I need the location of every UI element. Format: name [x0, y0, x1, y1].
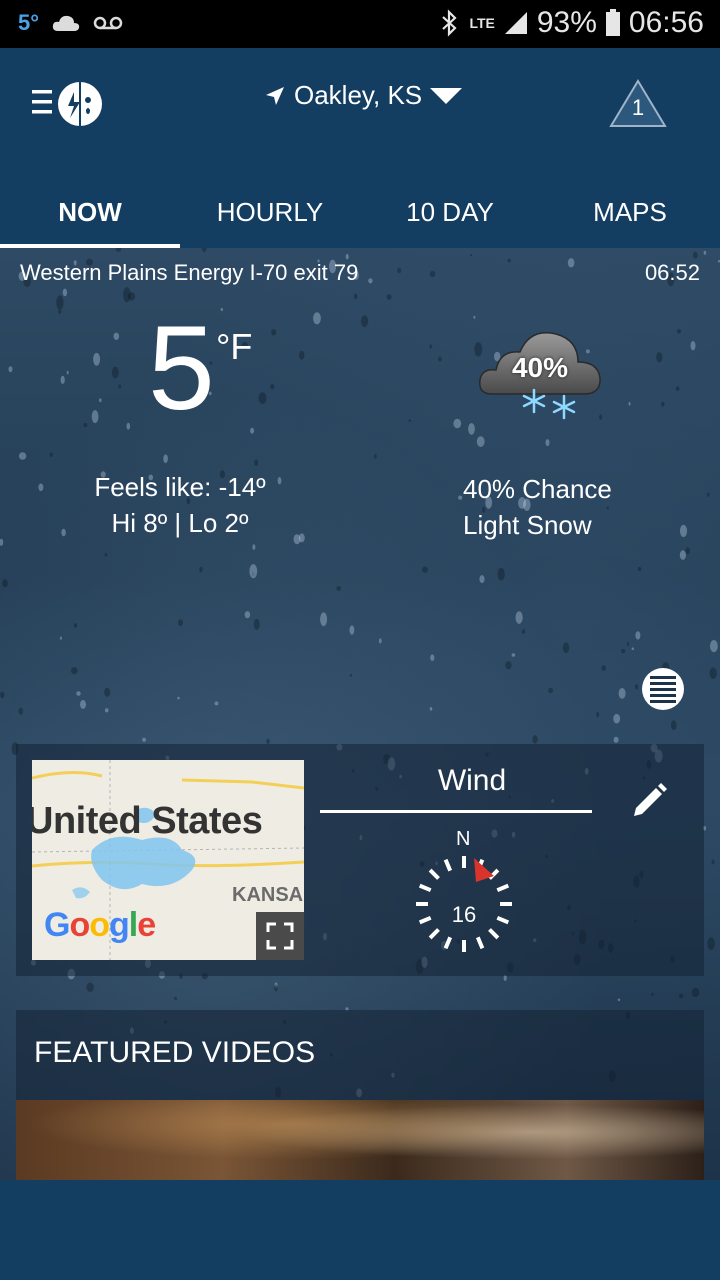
location-name: Oakley, KS	[294, 80, 423, 110]
wind-divider	[320, 810, 592, 813]
current-temperature: 5	[148, 301, 215, 435]
tab-now[interactable]: NOW	[0, 176, 180, 248]
battery-percent: 93%	[536, 6, 597, 39]
status-time: 06:56	[628, 6, 704, 39]
map-country-label: United States	[32, 800, 263, 842]
app-header: Oakley, KS 1 NOW HOURLY 10 DAY MAPS	[0, 48, 720, 248]
location-selector[interactable]: Oakley, KS	[264, 80, 463, 111]
battery-icon	[605, 9, 620, 36]
location-arrow-icon	[266, 86, 284, 105]
bottom-bar	[0, 1180, 720, 1280]
voicemail-icon	[93, 16, 123, 30]
tab-hourly[interactable]: HOURLY	[180, 176, 360, 248]
featured-videos-card: FEATURED VIDEOS	[16, 1010, 704, 1100]
tab-bar: NOW HOURLY 10 DAY MAPS	[0, 176, 720, 248]
cloud-icon	[52, 15, 80, 31]
wind-speed: 16	[451, 902, 477, 927]
menu-logo-icon[interactable]	[28, 78, 108, 134]
fullscreen-button[interactable]	[256, 912, 304, 960]
radar-map-thumbnail[interactable]: United States KANSA Google	[32, 760, 304, 960]
chevron-down-icon	[430, 87, 463, 104]
compass-north-label: N	[456, 828, 471, 850]
feels-like: Feels like: -14º	[94, 472, 266, 502]
map-state-label: KANSA	[232, 884, 304, 906]
status-bar: 5° LTE 93% 06:56	[0, 0, 720, 48]
observation-time: 06:52	[644, 260, 700, 285]
fullscreen-icon	[266, 922, 294, 950]
signal-icon	[504, 12, 527, 34]
alert-button[interactable]: 1	[608, 78, 668, 130]
google-logo: Google	[44, 906, 156, 944]
precip-chance-badge: 40%	[511, 352, 569, 383]
main-content: Western Plains Energy I-70 exit 79 06:52…	[0, 248, 720, 1180]
featured-videos-title: FEATURED VIDEOS	[34, 1036, 316, 1069]
station-name: Western Plains Energy I-70 exit 79	[20, 260, 359, 285]
widget-card: United States KANSA Google Wind N 16	[16, 744, 704, 976]
edit-pencil-icon[interactable]	[624, 778, 672, 826]
video-thumbnail[interactable]	[16, 1100, 704, 1180]
details-list-button[interactable]	[642, 668, 684, 710]
precip-chance: 40% Chance	[463, 474, 612, 504]
tab-maps[interactable]: MAPS	[540, 176, 720, 248]
alert-count: 1	[631, 95, 645, 120]
hi-lo: Hi 8º | Lo 2º	[111, 508, 249, 538]
wind-title: Wind	[437, 764, 507, 797]
tab-10-day[interactable]: 10 DAY	[360, 176, 540, 248]
status-temp: 5°	[18, 10, 40, 35]
bluetooth-icon	[442, 9, 458, 37]
condition-text: Light Snow	[463, 510, 592, 540]
temperature-unit: °F	[216, 326, 253, 367]
network-type: LTE	[469, 15, 495, 31]
